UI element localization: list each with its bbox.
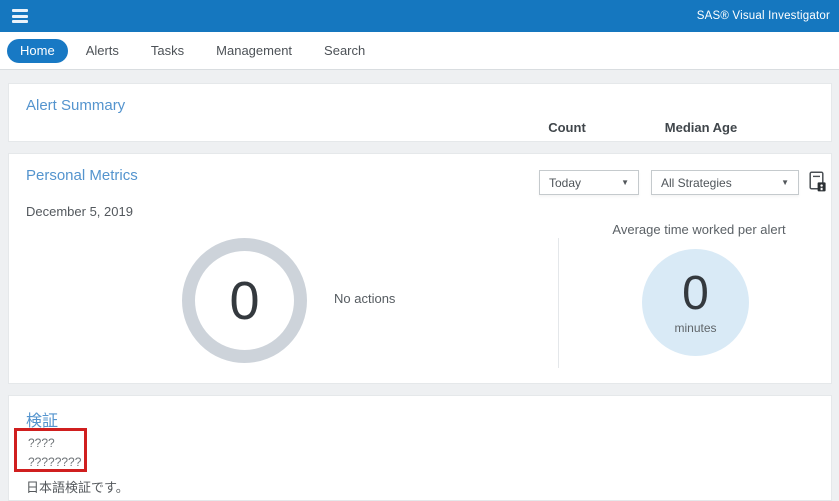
primary-nav: Home Alerts Tasks Management Search xyxy=(0,32,839,70)
alert-summary-title: Alert Summary xyxy=(26,97,125,114)
tab-search[interactable]: Search xyxy=(319,43,370,58)
validation-note: 日本語検証です。 xyxy=(26,477,129,496)
top-bar: SAS® Visual Investigator xyxy=(0,0,839,32)
tab-management[interactable]: Management xyxy=(211,43,297,58)
strategy-select[interactable]: All Strategies ▼ xyxy=(651,170,799,195)
period-select-value: Today xyxy=(549,176,581,190)
tab-home[interactable]: Home xyxy=(7,39,68,63)
report-icon[interactable] xyxy=(807,170,829,194)
personal-metrics-title: Personal Metrics xyxy=(26,167,138,184)
average-time-title: Average time worked per alert xyxy=(612,222,785,237)
strategy-select-value: All Strategies xyxy=(661,176,732,190)
average-time-value: 0 xyxy=(682,270,709,318)
column-header-count: Count xyxy=(548,120,586,135)
app-title: SAS® Visual Investigator xyxy=(697,0,830,32)
actions-donut: 0 xyxy=(182,238,307,363)
actions-count: 0 xyxy=(229,274,259,328)
period-select[interactable]: Today ▼ xyxy=(539,170,639,195)
metrics-date: December 5, 2019 xyxy=(26,204,133,219)
tab-alerts[interactable]: Alerts xyxy=(81,43,124,58)
highlight-annotation-box: ???? ???????? xyxy=(14,428,87,472)
vertical-divider xyxy=(558,238,559,368)
app-window: SAS® Visual Investigator Home Alerts Tas… xyxy=(0,0,839,501)
tab-tasks[interactable]: Tasks xyxy=(146,43,189,58)
menu-icon[interactable] xyxy=(12,9,28,23)
average-time-circle: 0 minutes xyxy=(642,249,749,356)
personal-metrics-card: Personal Metrics December 5, 2019 Today … xyxy=(8,153,832,384)
column-header-median-age: Median Age xyxy=(665,120,737,135)
garbled-text-line2: ???????? xyxy=(28,453,84,472)
chevron-down-icon: ▼ xyxy=(781,179,789,187)
garbled-text-line1: ???? xyxy=(28,434,84,453)
validation-card: 検証 ???? ???????? 日本語検証です。 xyxy=(8,395,832,501)
alert-summary-card: Alert Summary Count Median Age xyxy=(8,83,832,142)
actions-label: No actions xyxy=(334,291,395,306)
average-time-unit: minutes xyxy=(674,321,716,335)
chevron-down-icon: ▼ xyxy=(621,179,629,187)
